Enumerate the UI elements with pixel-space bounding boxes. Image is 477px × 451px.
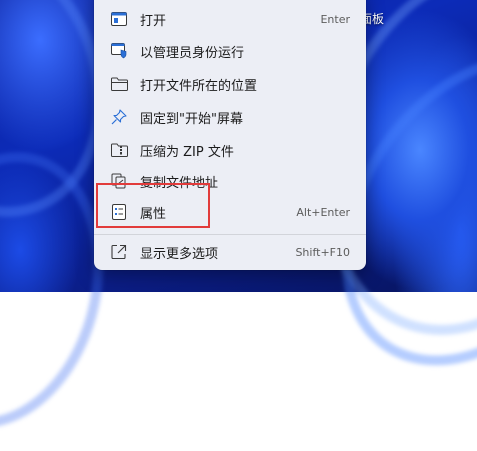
menu-item-open-file-location[interactable]: 打开文件所在的位置	[98, 69, 362, 99]
menu-item-show-more-options[interactable]: 显示更多选项 Shift+F10	[98, 237, 362, 267]
menu-item-pin-to-start[interactable]: 固定到"开始"屏幕	[98, 102, 362, 132]
zip-folder-icon	[110, 141, 128, 159]
menu-item-label: 以管理员身份运行	[140, 45, 245, 61]
menu-item-properties[interactable]: 属性 Alt+Enter	[98, 197, 362, 227]
menu-item-run-as-admin[interactable]: 以管理员身份运行	[98, 36, 362, 66]
menu-item-open[interactable]: 打开 Enter	[98, 4, 362, 34]
pin-icon	[110, 108, 128, 126]
menu-item-shortcut: Shift+F10	[295, 245, 350, 259]
menu-item-label: 压缩为 ZIP 文件	[140, 144, 234, 160]
menu-item-label: 显示更多选项	[140, 246, 219, 262]
open-app-icon	[110, 10, 128, 28]
context-menu: 打开 Enter 以管理员身份运行 打开文件所在的位置 固定到"开始"屏幕 压缩…	[94, 0, 366, 270]
menu-item-label: 打开	[140, 13, 167, 29]
more-options-icon	[110, 243, 128, 261]
menu-item-shortcut: Alt+Enter	[296, 205, 350, 219]
menu-item-label: 属性	[140, 206, 167, 222]
menu-item-label: 固定到"开始"屏幕	[140, 111, 243, 127]
menu-item-label: 复制文件地址	[140, 175, 219, 191]
menu-item-compress-zip[interactable]: 压缩为 ZIP 文件	[98, 135, 362, 165]
menu-separator	[94, 234, 366, 235]
run-as-admin-shield-icon	[110, 42, 128, 60]
folder-icon	[110, 75, 128, 93]
copy-path-icon	[110, 172, 128, 190]
menu-item-copy-path[interactable]: 复制文件地址	[98, 166, 362, 196]
properties-icon	[110, 203, 128, 221]
menu-item-label: 打开文件所在的位置	[140, 78, 258, 94]
menu-item-shortcut: Enter	[320, 12, 350, 26]
